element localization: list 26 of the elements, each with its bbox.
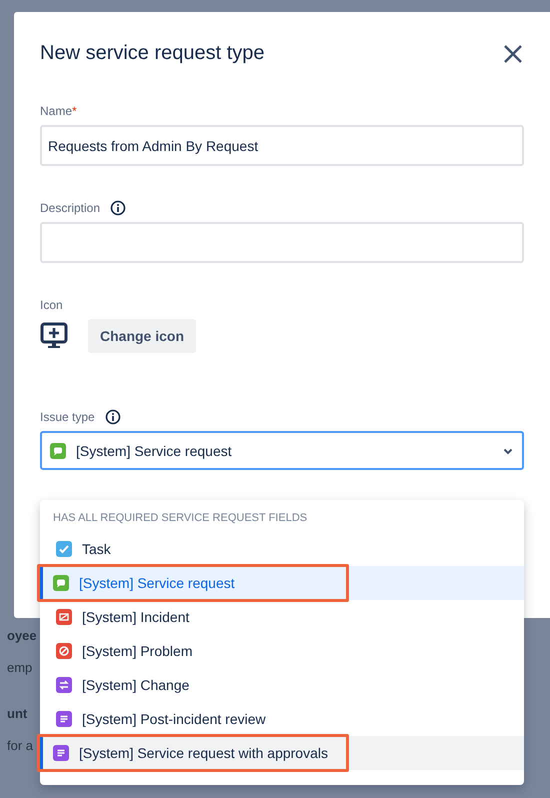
text-field[interactable]: Requests from Admin By Request <box>40 125 524 166</box>
dropdown-option[interactable]: [System] Change <box>40 668 524 702</box>
group-heading: HAS ALL REQUIRED SERVICE REQUEST FIELDS <box>52 512 308 526</box>
dropdown-option[interactable]: Task <box>40 532 524 566</box>
issue-type-select[interactable]: [System] Service request <box>40 431 524 470</box>
background-text: for a <box>7 738 34 755</box>
dialog-title: New service request type <box>40 42 265 65</box>
info-icon[interactable] <box>104 409 121 425</box>
background-text: unt <box>7 706 28 723</box>
monitor-plus-icon <box>40 322 68 350</box>
field-label: Name* <box>40 104 77 118</box>
dropdown-option[interactable]: [System] Service request <box>40 566 524 600</box>
text-field[interactable] <box>40 222 524 263</box>
dropdown-option[interactable]: [System] Service request with approvals <box>40 736 524 770</box>
close-icon[interactable] <box>502 42 524 64</box>
field-label: Issue type <box>40 410 95 424</box>
change-icon-button[interactable]: Change icon <box>88 319 196 353</box>
speech-bubble-icon <box>50 442 66 458</box>
background-text: emp <box>7 660 32 677</box>
info-icon[interactable] <box>110 200 126 216</box>
dropdown-option[interactable]: [System] Post-incident review <box>40 702 524 736</box>
field-label: Description <box>40 201 100 215</box>
background-text: oyee <box>7 628 37 645</box>
field-label: Icon <box>40 298 63 312</box>
dropdown-option[interactable]: [System] Incident <box>40 600 524 634</box>
dropdown-option[interactable]: [System] Problem <box>40 634 524 668</box>
